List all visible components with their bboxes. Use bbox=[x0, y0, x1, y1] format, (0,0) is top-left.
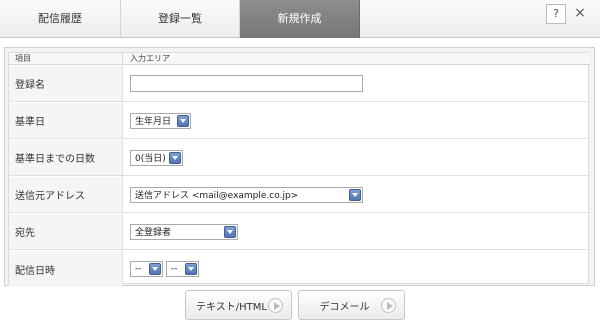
form-panel: 項目 入力エリア 登録名 基準日 生年月日 基準日までの日数 0(当日) 送信元… bbox=[4, 47, 595, 287]
minute-value: -- bbox=[171, 264, 178, 274]
row-registration-name: 登録名 bbox=[9, 66, 590, 102]
chevron-down-icon bbox=[349, 188, 361, 201]
text-html-label: テキスト/HTML bbox=[196, 301, 267, 313]
header-input-area: 入力エリア bbox=[130, 54, 170, 63]
header-item: 項目 bbox=[15, 54, 31, 63]
form-table: 項目 入力エリア 登録名 基準日 生年月日 基準日までの日数 0(当日) 送信元… bbox=[8, 52, 590, 287]
row-days-until: 基準日までの日数 0(当日) bbox=[9, 140, 590, 176]
days-until-label: 基準日までの日数 bbox=[9, 140, 123, 175]
tab-new-create[interactable]: 新規作成 bbox=[240, 0, 360, 38]
row-recipient: 宛先 全登録者 bbox=[9, 214, 590, 250]
close-icon[interactable]: × bbox=[570, 4, 590, 24]
recipient-value: 全登録者 bbox=[135, 228, 172, 238]
row-delivery-time: 配信日時 -- -- bbox=[9, 251, 590, 287]
sender-address-label: 送信元アドレス bbox=[9, 177, 123, 212]
table-header: 項目 入力エリア bbox=[9, 53, 590, 65]
recipient-select[interactable]: 全登録者 bbox=[130, 223, 238, 240]
days-until-select[interactable]: 0(当日) bbox=[130, 149, 183, 166]
minute-select[interactable]: -- bbox=[166, 261, 199, 277]
help-icon[interactable]: ? bbox=[546, 4, 566, 24]
delivery-time-label: 配信日時 bbox=[9, 251, 123, 287]
recipient-label: 宛先 bbox=[9, 214, 123, 249]
row-base-date: 基準日 生年月日 bbox=[9, 103, 590, 139]
hour-value: -- bbox=[135, 264, 142, 274]
tab-registration-list[interactable]: 登録一覧 bbox=[121, 0, 240, 38]
chevron-down-icon bbox=[224, 225, 236, 238]
registration-name-label: 登録名 bbox=[9, 66, 123, 101]
header-divider bbox=[122, 53, 123, 65]
text-html-button[interactable]: テキスト/HTML bbox=[185, 290, 292, 320]
registration-name-input[interactable] bbox=[130, 75, 363, 92]
chevron-down-icon bbox=[149, 263, 161, 275]
row-sender-address: 送信元アドレス 送信アドレス <mail@example.co.jp> bbox=[9, 177, 590, 213]
days-until-value: 0(当日) bbox=[135, 154, 166, 164]
sender-address-value: 送信アドレス <mail@example.co.jp> bbox=[135, 191, 299, 201]
base-date-value: 生年月日 bbox=[135, 117, 172, 127]
play-icon bbox=[268, 298, 283, 313]
tab-delivery-history[interactable]: 配信履歴 bbox=[0, 0, 121, 38]
base-date-select[interactable]: 生年月日 bbox=[130, 112, 191, 129]
base-date-label: 基準日 bbox=[9, 103, 123, 138]
deco-mail-button[interactable]: デコメール bbox=[298, 290, 405, 320]
chevron-down-icon bbox=[169, 151, 181, 164]
hour-select[interactable]: -- bbox=[130, 261, 163, 277]
play-icon bbox=[381, 298, 396, 313]
sender-address-select[interactable]: 送信アドレス <mail@example.co.jp> bbox=[130, 186, 363, 203]
tab-bar: 配信履歴 登録一覧 新規作成 ? × bbox=[0, 0, 600, 38]
chevron-down-icon bbox=[185, 263, 197, 275]
deco-mail-label: デコメール bbox=[319, 301, 370, 313]
chevron-down-icon bbox=[177, 114, 189, 127]
